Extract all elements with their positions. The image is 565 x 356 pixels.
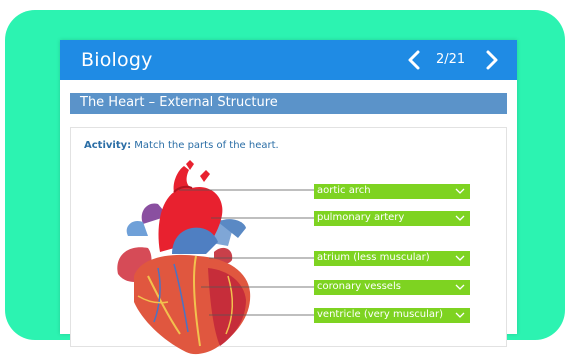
chevron-down-icon [455,215,465,221]
chevron-right-icon[interactable] [482,46,502,74]
chevron-down-icon [455,188,465,194]
chevron-down-icon [455,284,465,290]
section-title: The Heart – External Structure [70,93,507,114]
dropdown-pulmonary-artery[interactable]: pulmonary artery [314,211,470,226]
dropdown-value: coronary vessels [317,281,401,292]
dropdown-coronary-vessels[interactable]: coronary vessels [314,280,470,295]
dropdown-ventricle[interactable]: ventricle (very muscular) [314,308,470,323]
dropdown-value: atrium (less muscular) [317,252,430,263]
chevron-down-icon [455,312,465,318]
chevron-down-icon [455,255,465,261]
page-indicator: 2/21 [436,52,466,67]
dropdown-value: ventricle (very muscular) [317,309,444,320]
dropdown-atrium[interactable]: atrium (less muscular) [314,251,470,266]
dropdown-aortic-arch[interactable]: aortic arch [314,184,470,199]
heart-illustration [117,160,251,355]
chevron-left-icon[interactable] [404,46,424,74]
activity-instruction-text: Match the parts of the heart. [131,140,279,151]
lesson-window: Biology 2/21 The Heart – External Struct… [60,40,517,355]
app-header: Biology 2/21 [60,40,517,80]
dropdown-value: pulmonary artery [317,212,405,223]
dropdown-value: aortic arch [317,185,371,196]
app-title: Biology [81,49,153,71]
activity-instruction: Activity: Match the parts of the heart. [84,140,279,151]
activity-label: Activity: [84,140,132,151]
activity-panel: Activity: Match the parts of the heart. [70,127,507,355]
